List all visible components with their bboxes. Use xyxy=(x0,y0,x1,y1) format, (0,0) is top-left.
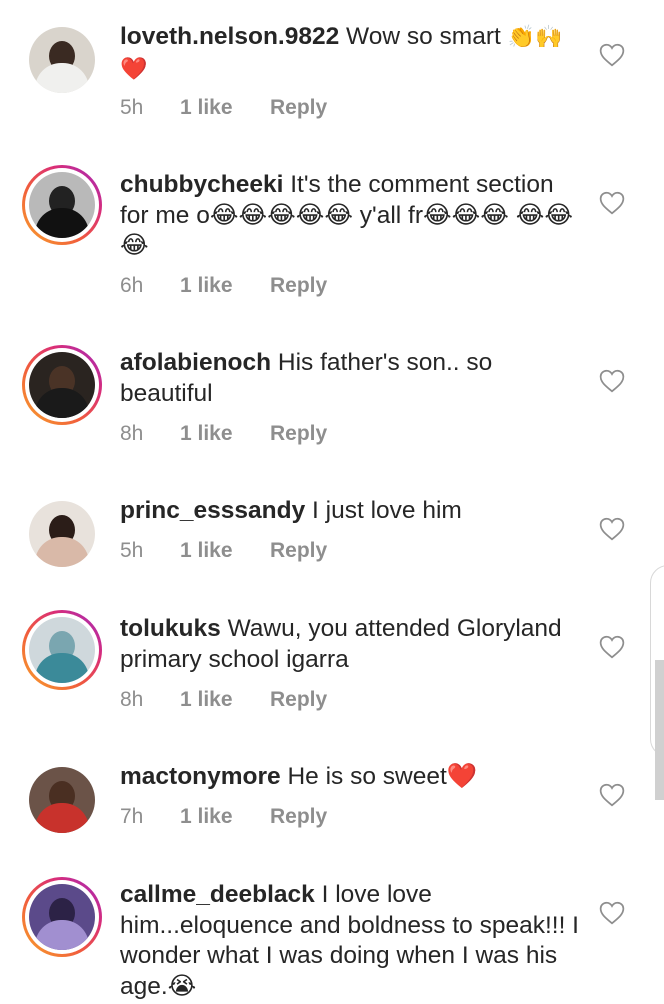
heart-outline-icon[interactable] xyxy=(599,43,625,67)
comment-meta: 6h 1 like Reply xyxy=(120,272,327,300)
avatar[interactable] xyxy=(22,610,102,690)
comment-username[interactable]: chubbycheeki xyxy=(120,171,283,198)
comment-likes[interactable]: 1 like xyxy=(180,96,270,120)
comment-meta: 8h 1 like Reply xyxy=(120,420,327,448)
comment-likes[interactable]: 1 like xyxy=(180,274,270,298)
comment-text: tolukuks Wawu, you attended Gloryland pr… xyxy=(120,614,580,675)
avatar[interactable] xyxy=(22,345,102,425)
comment-body: Wow so smart xyxy=(346,23,501,50)
comment-likes[interactable]: 1 like xyxy=(180,805,270,829)
comment-time: 6h xyxy=(120,274,144,297)
reply-button[interactable]: Reply xyxy=(270,96,327,120)
reply-button[interactable]: Reply xyxy=(270,805,327,829)
comment-username[interactable]: princ_esssandy xyxy=(120,497,305,524)
comment-text: afolabienoch His father's son.. so beaut… xyxy=(120,348,580,409)
comment-body: He is so sweet❤️ xyxy=(287,763,478,790)
comment-username[interactable]: loveth.nelson.9822 xyxy=(120,23,339,50)
comment-likes[interactable]: 1 like xyxy=(180,422,270,446)
avatar[interactable] xyxy=(22,494,102,574)
heart-outline-icon[interactable] xyxy=(599,635,625,659)
heart-outline-icon[interactable] xyxy=(599,517,625,541)
heart-outline-icon[interactable] xyxy=(599,191,625,215)
comment-text: callme_deeblack I love love him...eloque… xyxy=(120,880,580,1002)
comment-text: chubbycheeki It's the comment section fo… xyxy=(120,170,580,262)
comment-username[interactable]: mactonymore xyxy=(120,763,281,790)
comment-meta: 5h 1 like Reply xyxy=(120,94,327,122)
comment-likes[interactable]: 1 like xyxy=(180,688,270,712)
comment-username[interactable]: afolabienoch xyxy=(120,349,271,376)
comment-meta: 5h 1 like Reply xyxy=(120,537,327,565)
comment-username[interactable]: callme_deeblack xyxy=(120,881,315,908)
comment-username[interactable]: tolukuks xyxy=(120,615,221,642)
comment-body: I just love him xyxy=(312,497,462,524)
heart-outline-icon[interactable] xyxy=(599,901,625,925)
scrollbar[interactable] xyxy=(655,660,664,800)
comment-meta: 8h 1 like Reply xyxy=(120,686,327,714)
avatar[interactable] xyxy=(22,165,102,245)
comment-text: loveth.nelson.9822 Wow so smart 👏🙌❤️ xyxy=(120,22,580,85)
comment-likes[interactable]: 1 like xyxy=(180,539,270,563)
avatar[interactable] xyxy=(22,877,102,957)
comment-time: 8h xyxy=(120,422,144,445)
heart-outline-icon[interactable] xyxy=(599,783,625,807)
comment-text: mactonymore He is so sweet❤️ xyxy=(120,762,580,793)
avatar[interactable] xyxy=(22,760,102,840)
reply-button[interactable]: Reply xyxy=(270,688,327,712)
heart-outline-icon[interactable] xyxy=(599,369,625,393)
reply-button[interactable]: Reply xyxy=(270,274,327,298)
comment-time: 7h xyxy=(120,805,144,828)
reply-button[interactable]: Reply xyxy=(270,539,327,563)
comment-meta: 7h 1 like Reply xyxy=(120,803,327,831)
comment-time: 8h xyxy=(120,688,144,711)
reply-button[interactable]: Reply xyxy=(270,422,327,446)
comment-time: 5h xyxy=(120,96,144,119)
comment-text: princ_esssandy I just love him xyxy=(120,496,580,527)
avatar[interactable] xyxy=(22,20,102,100)
comment-time: 5h xyxy=(120,539,144,562)
